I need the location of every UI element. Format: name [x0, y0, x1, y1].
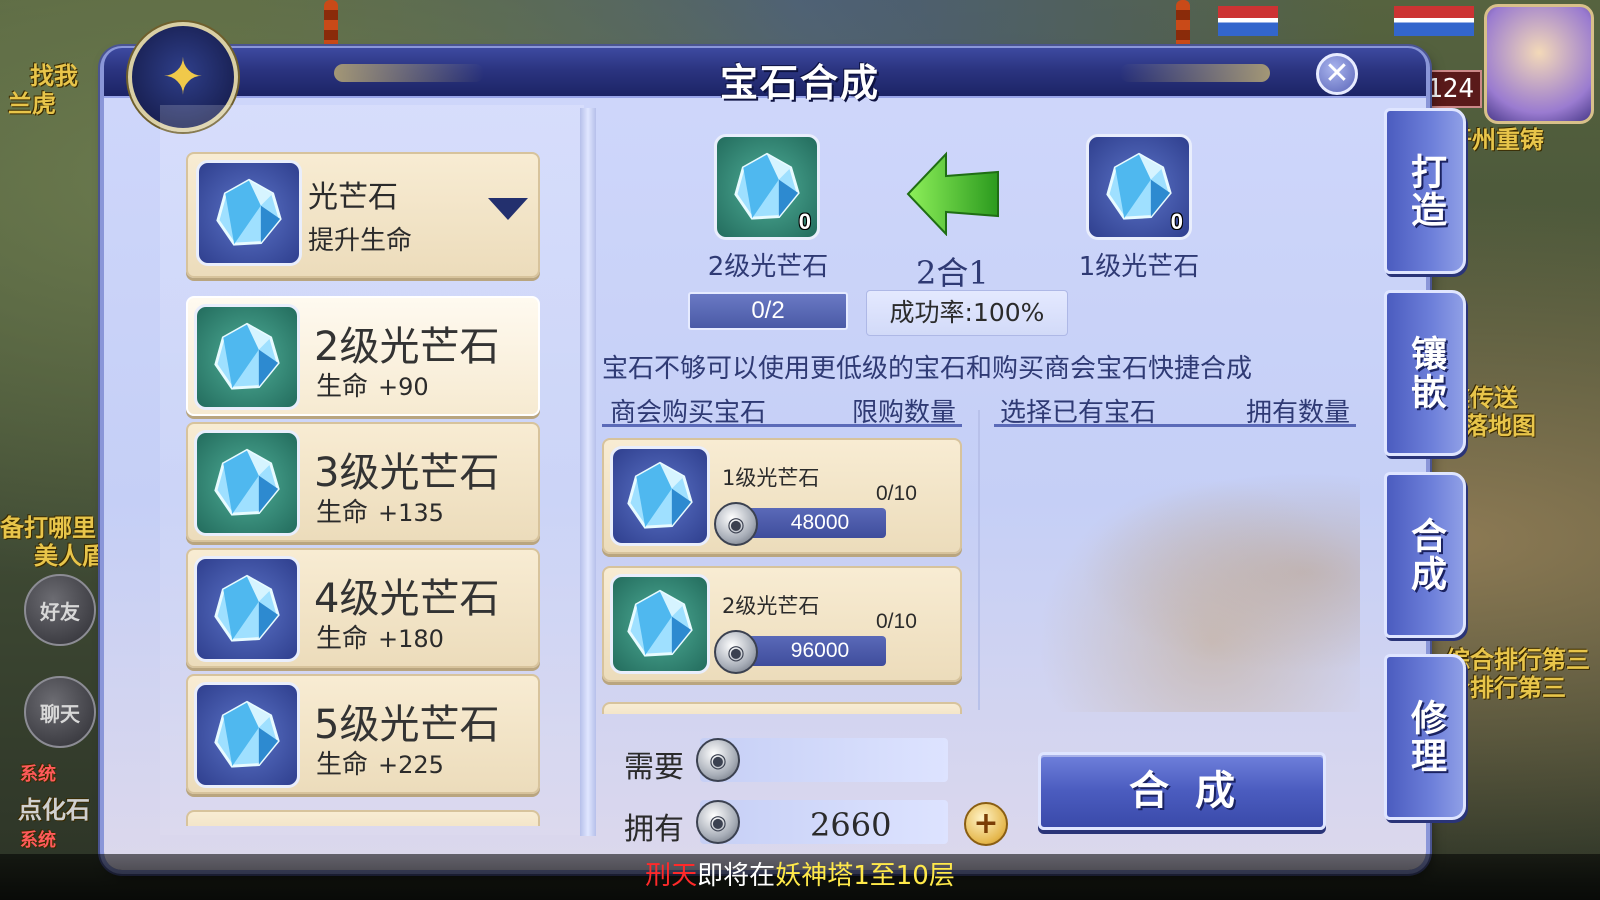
gem-stat: 生命 +225: [316, 744, 444, 781]
chat-system-tag: 系统: [20, 764, 56, 785]
silver-coin-icon: ◉: [696, 800, 740, 844]
chat-line: 点化石: [18, 796, 90, 824]
close-icon[interactable]: ✕: [1316, 53, 1358, 95]
marquee-boss-name: 刑天: [645, 861, 698, 891]
gem-icon: [627, 589, 693, 657]
list-item-partial: [186, 810, 540, 826]
silver-coin-icon: ◉: [696, 738, 740, 782]
gem-icon: [216, 178, 282, 246]
announcement-marquee: 刑天即将在妖神塔1至10层: [0, 854, 1600, 900]
hud-flag-bars: [1218, 6, 1278, 36]
target-gem-slot[interactable]: 0: [714, 134, 820, 240]
target-gem-count: 0: [798, 209, 811, 234]
gem-icon: [1106, 152, 1172, 220]
gem-frame-icon: [194, 304, 300, 410]
shop-item-limit: 0/10: [876, 482, 917, 505]
stat-value: +225: [378, 751, 444, 779]
shop-item-card[interactable]: 2级光芒石 0/10 96000 ◉: [602, 566, 962, 682]
friend-button[interactable]: 好友: [24, 574, 96, 646]
shop-item-name: 1级光芒石: [722, 466, 820, 490]
list-item[interactable]: 4级光芒石 生命 +180: [186, 548, 540, 668]
world-quest-text: 美人盾: [34, 542, 106, 570]
chat-button[interactable]: 聊天: [24, 676, 96, 748]
chat-system-tag: 系统: [20, 830, 56, 851]
gem-name: 5级光芒石: [314, 702, 500, 748]
synth-hint-text: 宝石不够可以使用更低级的宝石和购买商会宝石快捷合成: [602, 354, 1253, 384]
gem-icon: [214, 700, 280, 768]
source-gem-slot[interactable]: 0: [1086, 134, 1192, 240]
list-item[interactable]: 3级光芒石 生命 +135: [186, 422, 540, 542]
gem-frame-icon: [610, 446, 710, 546]
gem-icon: [214, 574, 280, 642]
shop-item-limit: 0/10: [876, 610, 917, 633]
gem-icon: [627, 461, 693, 529]
gem-stat: 生命 +180: [316, 618, 444, 655]
have-value: 2660: [810, 806, 892, 844]
gem-icon: [214, 448, 280, 516]
gem-frame-icon: [194, 682, 300, 788]
tab-2[interactable]: 合成: [1384, 472, 1466, 638]
gem-icon: [214, 322, 280, 390]
target-gem-name: 2级光芒石: [707, 252, 829, 282]
success-rate: 成功率:100%: [866, 290, 1068, 336]
gem-name: 4级光芒石: [314, 576, 500, 622]
stat-value: +135: [378, 499, 444, 527]
stat-label: 生命: [316, 498, 369, 528]
gem-type-name: 光芒石: [308, 180, 398, 215]
marquee-location: 妖神塔1至10层: [775, 861, 955, 891]
arrow-left-icon: [906, 151, 999, 236]
chevron-down-icon[interactable]: [488, 198, 528, 220]
source-gem-name: 1级光芒石: [1078, 252, 1200, 282]
silver-coin-icon: ◉: [714, 502, 758, 546]
need-label: 需要: [624, 750, 684, 785]
gem-frame-icon: [194, 556, 300, 662]
add-silver-button[interactable]: +: [964, 802, 1008, 846]
stat-label: 生命: [316, 750, 369, 780]
gem-icon: [734, 152, 800, 220]
stat-value: +180: [378, 625, 444, 653]
blue-gem-icon: [196, 160, 302, 266]
tab-0[interactable]: 打造: [1384, 108, 1466, 274]
tab-1[interactable]: 镶嵌: [1384, 290, 1466, 456]
gem-name: 3级光芒石: [314, 450, 500, 496]
shop-item-name: 2级光芒石: [722, 594, 820, 618]
gem-stat: 生命 +135: [316, 492, 444, 529]
gem-type-dropdown[interactable]: 光芒石 提升生命: [186, 152, 540, 278]
silver-coin-icon: ◉: [714, 630, 758, 674]
gem-name: 2级光芒石: [314, 324, 500, 370]
synthesize-button[interactable]: 合成: [1038, 752, 1326, 830]
gem-frame-icon: [610, 574, 710, 674]
stat-value: +90: [378, 373, 429, 401]
source-gem-count: 0: [1170, 209, 1183, 234]
have-label: 拥有: [624, 812, 684, 847]
marquee-text: 即将在: [697, 861, 776, 891]
column-divider: [580, 108, 596, 836]
hud-flag-bars: [1394, 6, 1474, 36]
material-progress: 0/2: [688, 292, 848, 330]
stat-label: 生命: [316, 624, 369, 654]
gem-frame-icon: [194, 430, 300, 536]
tab-3[interactable]: 修理: [1384, 654, 1466, 820]
list-item[interactable]: 5级光芒石 生命 +225: [186, 674, 540, 794]
synth-ratio: 2合1: [916, 254, 989, 292]
column-divider: [978, 410, 980, 710]
shop-card-partial: [602, 702, 962, 714]
list-item[interactable]: 2级光芒石 生命 +90: [186, 296, 540, 416]
header-underline: [602, 424, 962, 427]
owned-gem-area[interactable]: [990, 432, 1360, 712]
header-underline: [994, 424, 1356, 427]
stat-label: 生命: [316, 372, 369, 402]
gem-type-desc: 提升生命: [308, 226, 413, 256]
shop-item-card[interactable]: 1级光芒石 0/10 48000 ◉: [602, 438, 962, 554]
panel-title: 宝石合成: [719, 61, 880, 105]
gem-stat: 生命 +90: [316, 366, 429, 403]
